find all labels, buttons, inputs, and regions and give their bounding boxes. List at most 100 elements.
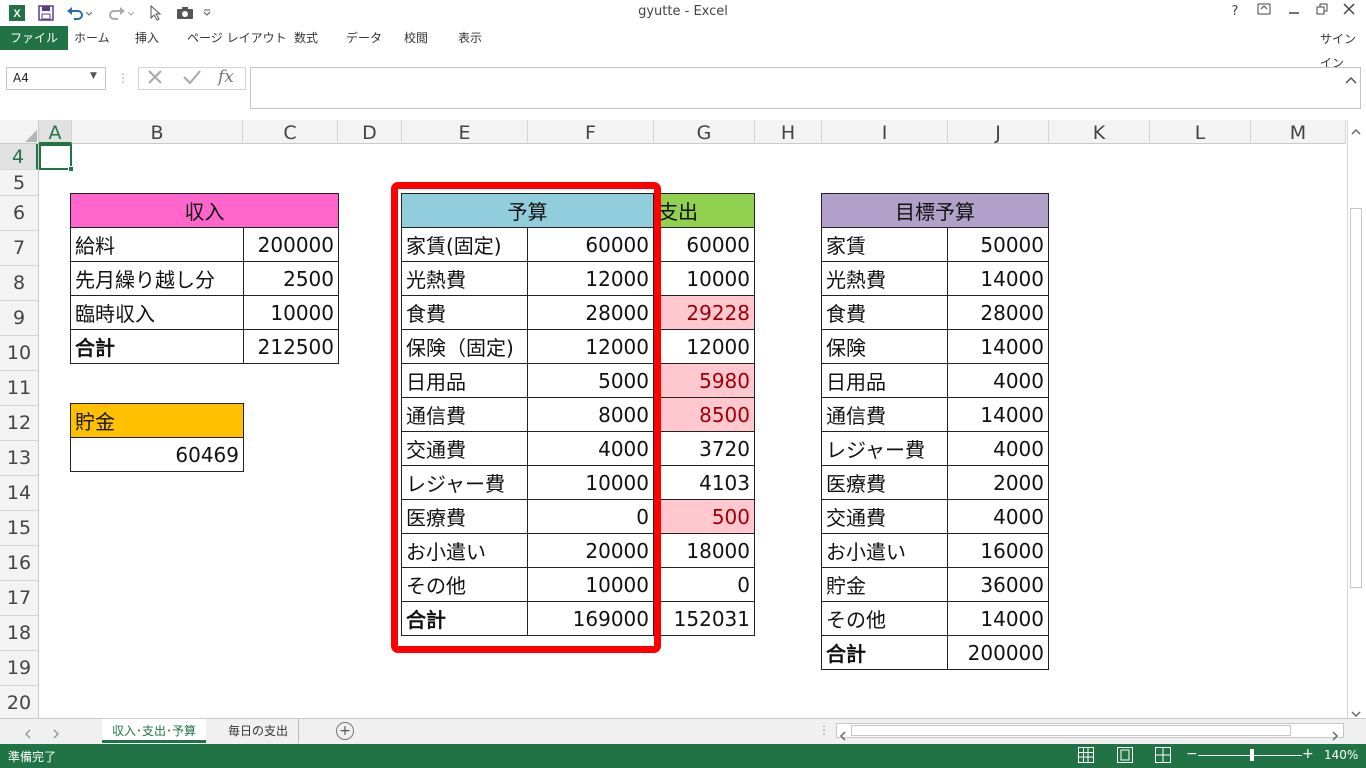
- tab-page-layout[interactable]: ページ レイアウト: [177, 26, 297, 50]
- close-icon[interactable]: [1336, 2, 1362, 22]
- target-header[interactable]: 目標予算: [821, 193, 1049, 228]
- target-label[interactable]: その他: [821, 601, 948, 636]
- zoom-slider-thumb[interactable]: [1250, 749, 1254, 761]
- target-total-value[interactable]: 200000: [947, 635, 1049, 670]
- column-header-h[interactable]: H: [755, 120, 822, 144]
- vertical-scroll-thumb[interactable]: [1350, 208, 1362, 588]
- sheet-scroll-right-icon[interactable]: [52, 725, 60, 744]
- normal-view-icon[interactable]: [1078, 747, 1094, 763]
- target-value[interactable]: 28000: [947, 295, 1049, 330]
- cancel-icon[interactable]: [146, 68, 164, 90]
- column-header-d[interactable]: D: [338, 120, 402, 144]
- target-label[interactable]: 医療費: [821, 465, 948, 500]
- income-header[interactable]: 収入: [70, 193, 339, 228]
- row-header[interactable]: 19: [0, 651, 38, 686]
- income-label[interactable]: 給料: [70, 227, 244, 262]
- column-header-e[interactable]: E: [402, 120, 528, 144]
- income-total-label[interactable]: 合計: [70, 329, 244, 364]
- target-label[interactable]: 日用品: [821, 363, 948, 398]
- target-label[interactable]: 通信費: [821, 397, 948, 432]
- target-label[interactable]: レジャー費: [821, 431, 948, 466]
- spent-value[interactable]: 3720: [653, 431, 755, 466]
- row-header[interactable]: 16: [0, 546, 38, 581]
- scroll-up-icon[interactable]: [1350, 122, 1362, 141]
- column-header-a[interactable]: A: [39, 120, 72, 144]
- zoom-in-button[interactable]: +: [1302, 746, 1314, 762]
- income-value[interactable]: 10000: [243, 295, 339, 330]
- column-header-j[interactable]: J: [948, 120, 1049, 144]
- target-label[interactable]: 保険: [821, 329, 948, 364]
- page-break-preview-icon[interactable]: [1155, 747, 1171, 763]
- income-label[interactable]: 先月繰り越し分: [70, 261, 244, 296]
- row-header[interactable]: 18: [0, 616, 38, 651]
- spent-value-over-budget[interactable]: 5980: [653, 363, 755, 398]
- tab-data[interactable]: データ: [336, 26, 392, 50]
- tab-formulas[interactable]: 数式: [284, 26, 328, 50]
- column-header-m[interactable]: M: [1251, 120, 1346, 144]
- target-label[interactable]: お小遣い: [821, 533, 948, 568]
- sheet-scroll-left-icon[interactable]: [24, 725, 32, 744]
- target-label[interactable]: 家賃: [821, 227, 948, 262]
- tab-file[interactable]: ファイル: [0, 26, 69, 50]
- row-header[interactable]: 6: [0, 196, 38, 231]
- row-header[interactable]: 15: [0, 511, 38, 546]
- target-value[interactable]: 14000: [947, 397, 1049, 432]
- row-header[interactable]: 11: [0, 371, 38, 406]
- target-value[interactable]: 14000: [947, 329, 1049, 364]
- spent-value[interactable]: 12000: [653, 329, 755, 364]
- tab-insert[interactable]: 挿入: [125, 26, 169, 50]
- formula-input[interactable]: [250, 67, 1361, 109]
- row-header[interactable]: 20: [0, 686, 38, 721]
- column-header-f[interactable]: F: [528, 120, 654, 144]
- fill-handle[interactable]: [68, 166, 74, 172]
- target-value[interactable]: 2000: [947, 465, 1049, 500]
- minimize-icon[interactable]: [1281, 2, 1307, 22]
- row-header[interactable]: 13: [0, 441, 38, 476]
- target-label[interactable]: 交通費: [821, 499, 948, 534]
- column-header-b[interactable]: B: [72, 120, 243, 144]
- scroll-left-icon[interactable]: [839, 726, 847, 745]
- column-header-g[interactable]: G: [654, 120, 755, 144]
- target-value[interactable]: 4000: [947, 363, 1049, 398]
- column-header-k[interactable]: K: [1049, 120, 1150, 144]
- spent-header[interactable]: 支出: [653, 193, 755, 228]
- collapse-formula-icon[interactable]: [1345, 70, 1357, 89]
- row-header[interactable]: 8: [0, 266, 38, 301]
- target-value[interactable]: 36000: [947, 567, 1049, 602]
- page-layout-view-icon[interactable]: [1117, 747, 1133, 763]
- spent-value[interactable]: 60000: [653, 227, 755, 262]
- row-header[interactable]: 9: [0, 301, 38, 336]
- spent-value[interactable]: 0: [653, 567, 755, 602]
- column-header-i[interactable]: I: [822, 120, 948, 144]
- tab-home[interactable]: ホーム: [64, 26, 120, 50]
- target-value[interactable]: 16000: [947, 533, 1049, 568]
- select-all-corner[interactable]: [0, 120, 39, 144]
- tab-view[interactable]: 表示: [448, 26, 492, 50]
- scroll-right-icon[interactable]: [1331, 726, 1339, 745]
- target-value[interactable]: 4000: [947, 499, 1049, 534]
- column-header-l[interactable]: L: [1150, 120, 1251, 144]
- spent-total-value[interactable]: 152031: [653, 601, 755, 636]
- row-header[interactable]: 4: [0, 144, 38, 170]
- target-value[interactable]: 14000: [947, 601, 1049, 636]
- tab-review[interactable]: 校閲: [394, 26, 438, 50]
- restore-icon[interactable]: [1309, 2, 1335, 22]
- zoom-level[interactable]: 140%: [1324, 748, 1358, 762]
- income-total-value[interactable]: 212500: [243, 329, 339, 364]
- target-label[interactable]: 貯金: [821, 567, 948, 602]
- ribbon-display-options-icon[interactable]: [1251, 2, 1277, 22]
- spent-value[interactable]: 18000: [653, 533, 755, 568]
- row-header[interactable]: 17: [0, 581, 38, 616]
- income-label[interactable]: 臨時収入: [70, 295, 244, 330]
- savings-value[interactable]: 60469: [70, 437, 244, 472]
- enter-icon[interactable]: [182, 68, 202, 90]
- sheet-tab-daily-expenses[interactable]: 毎日の支出: [218, 719, 300, 743]
- income-value[interactable]: 200000: [243, 227, 339, 262]
- zoom-out-button[interactable]: −: [1186, 746, 1198, 762]
- sign-in-link[interactable]: サインイン: [1310, 27, 1366, 70]
- row-header[interactable]: 12: [0, 406, 38, 441]
- row-header[interactable]: 10: [0, 336, 38, 371]
- target-value[interactable]: 14000: [947, 261, 1049, 296]
- target-total-label[interactable]: 合計: [821, 635, 948, 670]
- savings-header[interactable]: 貯金: [70, 403, 244, 438]
